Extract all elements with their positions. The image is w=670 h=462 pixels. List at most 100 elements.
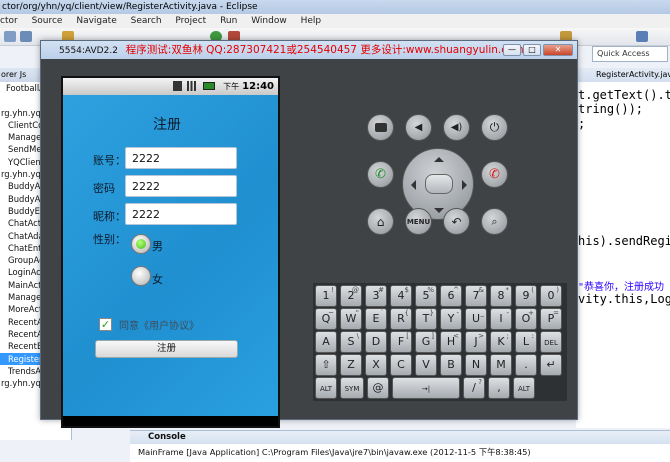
key[interactable]: . <box>515 354 537 376</box>
end-call-button[interactable]: ✆ <box>481 161 508 188</box>
ad-text: 程序测试:双鱼林 QQ:287307421或254540457 更多设计:www… <box>125 44 524 56</box>
menu-item[interactable]: Run <box>220 16 237 26</box>
dpad-down-icon[interactable] <box>434 208 444 218</box>
key-label: J <box>474 335 478 348</box>
key-alt-label: ~ <box>328 309 334 317</box>
console-tab[interactable]: Console <box>130 431 670 444</box>
key-label: ALT <box>517 385 530 393</box>
key[interactable]: I- <box>490 308 512 330</box>
key[interactable]: 3 # <box>365 285 387 307</box>
key[interactable]: ALT <box>315 377 337 399</box>
key[interactable]: A <box>315 331 337 353</box>
volume-up-button[interactable]: ◀) <box>443 114 470 141</box>
key-alt-label: _ <box>480 309 485 317</box>
eclipse-menu-bar[interactable]: ctor Source Navigate Search Project Run … <box>0 14 670 28</box>
key[interactable]: X <box>365 354 387 376</box>
key[interactable]: R{ <box>390 308 412 330</box>
key[interactable]: 0) <box>540 285 562 307</box>
home-icon: ⌂ <box>376 214 385 229</box>
key[interactable]: ⇧ <box>315 354 337 376</box>
agree-checkbox[interactable]: ✓ <box>99 318 112 331</box>
key-alt-label: ? <box>478 378 482 386</box>
key[interactable]: 7 & <box>465 285 487 307</box>
key[interactable]: ALT <box>513 377 535 399</box>
close-button[interactable]: ✕ <box>543 44 573 56</box>
key[interactable]: W " <box>340 308 362 330</box>
key[interactable]: 2 @ <box>340 285 362 307</box>
call-button[interactable]: ✆ <box>367 161 394 188</box>
key[interactable]: O + <box>515 308 537 330</box>
quick-access-input[interactable]: Quick Access <box>592 46 668 62</box>
key[interactable]: Q ~ <box>315 308 337 330</box>
menu-item[interactable]: Window <box>251 16 287 26</box>
key-label: 8 <box>497 289 505 302</box>
menu-button[interactable]: MENU <box>405 208 432 235</box>
camera-button[interactable] <box>367 114 394 141</box>
back-button[interactable]: ↶ <box>443 208 470 235</box>
key[interactable]: , <box>488 377 510 399</box>
key[interactable]: 6 ^ <box>440 285 462 307</box>
power-button[interactable]: ⏻ <box>481 114 508 141</box>
key[interactable]: 4 $ <box>390 285 412 307</box>
key[interactable]: G] <box>415 331 437 353</box>
key[interactable]: T} <box>415 308 437 330</box>
key[interactable]: D <box>365 331 387 353</box>
register-button[interactable]: 注册 <box>95 340 238 358</box>
agree-label: 同意《用户协议》 <box>119 321 199 332</box>
key[interactable]: Z <box>340 354 362 376</box>
menu-item[interactable]: Navigate <box>76 16 116 26</box>
key[interactable]: /? <box>463 377 485 399</box>
key[interactable]: →| <box>392 377 460 399</box>
key-alt-label: : <box>531 332 534 340</box>
dpad-right-icon[interactable] <box>462 180 472 190</box>
key[interactable]: E ` <box>365 308 387 330</box>
key[interactable]: B <box>440 354 462 376</box>
editor-tab[interactable]: RegisterActivity.java <box>576 68 670 82</box>
key[interactable]: J > <box>465 331 487 353</box>
key[interactable]: ↵ <box>540 354 562 376</box>
key[interactable]: U _ <box>465 308 487 330</box>
key[interactable]: L: <box>515 331 537 353</box>
key[interactable]: 8 * <box>490 285 512 307</box>
menu-item[interactable]: ctor <box>0 16 18 26</box>
key[interactable]: P = <box>540 308 562 330</box>
radio-female[interactable] <box>131 266 151 286</box>
key[interactable]: M <box>490 354 512 376</box>
dpad-up-icon[interactable] <box>434 152 444 162</box>
key[interactable]: @ <box>367 377 389 399</box>
search-button[interactable]: ⌕ <box>481 208 508 235</box>
radio-male[interactable] <box>131 234 151 254</box>
key[interactable]: V <box>415 354 437 376</box>
account-field[interactable]: 2222 <box>125 147 237 169</box>
save-icon[interactable] <box>20 31 32 42</box>
key-label: B <box>447 358 455 371</box>
new-icon[interactable] <box>4 31 16 42</box>
key[interactable]: F[ <box>390 331 412 353</box>
key[interactable]: SYM <box>340 377 364 399</box>
menu-item[interactable]: Search <box>131 16 162 26</box>
dpad-left-icon[interactable] <box>406 180 416 190</box>
key[interactable]: C <box>390 354 412 376</box>
key[interactable]: H < <box>440 331 462 353</box>
key[interactable]: Y- <box>440 308 462 330</box>
key[interactable]: DEL <box>540 331 562 353</box>
menu-item[interactable]: Project <box>175 16 206 26</box>
volume-down-button[interactable]: ◀ <box>405 114 432 141</box>
key[interactable]: S \ <box>340 331 362 353</box>
minimize-button[interactable]: — <box>503 44 521 56</box>
dpad-center[interactable] <box>425 174 453 194</box>
end-call-icon: ✆ <box>489 167 500 182</box>
key[interactable]: N <box>465 354 487 376</box>
perspective-icon[interactable] <box>636 31 648 42</box>
key-alt-label: = <box>553 309 559 317</box>
home-button[interactable]: ⌂ <box>367 208 394 235</box>
maximize-button[interactable]: □ <box>523 44 541 56</box>
menu-item[interactable]: Help <box>301 16 322 26</box>
key[interactable]: K; <box>490 331 512 353</box>
password-field[interactable]: 2222 <box>125 175 237 197</box>
nickname-field[interactable]: 2222 <box>125 203 237 225</box>
key[interactable]: 5% <box>415 285 437 307</box>
key[interactable]: 9( <box>515 285 537 307</box>
menu-item[interactable]: Source <box>32 16 63 26</box>
key[interactable]: 1! <box>315 285 337 307</box>
